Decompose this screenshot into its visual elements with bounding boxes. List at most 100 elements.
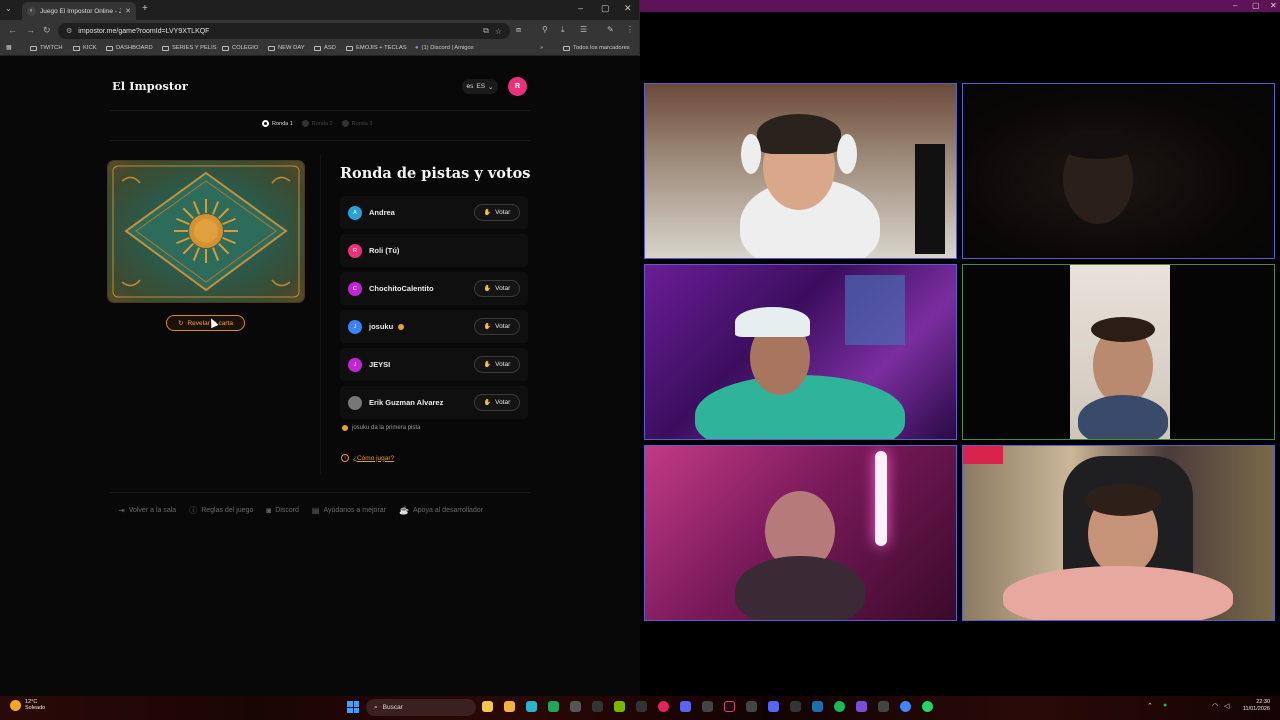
address-bar[interactable]: ⚙ impostor.me/game?roomId=LVY9XTLKQF ⧉ ☆ xyxy=(58,23,510,39)
browser-tab[interactable]: ◐ Juego El Impostor Online - Jug ✕ xyxy=(22,2,136,20)
start-button-icon[interactable] xyxy=(347,701,359,713)
video-tile[interactable] xyxy=(962,445,1275,621)
rules-link[interactable]: ⓘ Reglas del juego xyxy=(189,505,253,516)
vote-button[interactable]: ✋ Votar xyxy=(474,356,520,373)
close-window-icon[interactable]: ✕ xyxy=(624,3,632,14)
nvidia-icon[interactable] xyxy=(614,701,625,712)
language-selector[interactable]: es ES ⌄ xyxy=(462,79,498,94)
pen-icon[interactable]: ✎ xyxy=(607,25,614,34)
bookmark-folder[interactable]: NEW DAY xyxy=(268,45,305,51)
spotify-icon[interactable] xyxy=(834,701,845,712)
video-tile[interactable] xyxy=(962,83,1275,259)
app-icon[interactable] xyxy=(680,701,691,712)
maximize-icon[interactable]: ▢ xyxy=(1252,1,1260,10)
video-tile[interactable] xyxy=(644,445,957,621)
brand-logo[interactable]: El Impostor xyxy=(112,79,188,93)
video-tile[interactable] xyxy=(962,264,1275,440)
tray-app-icon[interactable]: ● xyxy=(1163,702,1167,709)
whatsapp-icon[interactable] xyxy=(922,701,933,712)
footer-link-label: Volver a la sala xyxy=(128,507,177,514)
all-bookmarks-folder[interactable]: Todos los marcadores xyxy=(563,45,630,51)
bookmark-label: (1) Discord | Amigos xyxy=(421,45,474,51)
bookmark-folder[interactable]: SERIES Y PELIS xyxy=(162,45,217,51)
maximize-icon[interactable]: ▢ xyxy=(601,3,610,14)
how-to-play-link[interactable]: i ¿Cómo jugar? xyxy=(341,454,394,462)
tiktok-icon[interactable] xyxy=(724,701,735,712)
download-icon[interactable]: ⤓ xyxy=(561,25,565,35)
minimize-icon[interactable]: – xyxy=(1233,1,1237,10)
bookmark-folder[interactable]: EMOJIS + TECLAS xyxy=(346,45,407,51)
bookmark-label: DASHBOARD xyxy=(116,45,153,51)
app-icon[interactable] xyxy=(658,701,669,712)
app-icon[interactable] xyxy=(592,701,603,712)
apps-icon[interactable]: ▦ xyxy=(6,45,11,51)
site-info-icon[interactable]: ⚙ xyxy=(66,27,72,35)
back-to-room-link[interactable]: ⇥ Volver a la sala xyxy=(118,505,176,516)
volume-icon[interactable]: ◁ xyxy=(1224,702,1229,710)
app-icon[interactable] xyxy=(746,701,757,712)
discord-icon[interactable] xyxy=(768,701,779,712)
profile-icon[interactable]: ☰ xyxy=(580,25,587,34)
tab-close-icon[interactable]: ✕ xyxy=(125,7,131,15)
app-icon[interactable] xyxy=(570,701,581,712)
step-dot-icon xyxy=(301,120,309,127)
discord-link[interactable]: ◙ Discord xyxy=(266,505,299,516)
support-developer-link[interactable]: ☕ Apoya al desarrollador xyxy=(399,505,483,516)
weather-widget[interactable]: 12°C Soleado xyxy=(10,699,45,711)
app-icon[interactable] xyxy=(702,701,713,712)
footer-link-label: Discord xyxy=(275,507,299,514)
minimize-icon[interactable]: – xyxy=(578,3,583,13)
chrome-icon[interactable] xyxy=(900,701,911,712)
sticky-notes-icon[interactable] xyxy=(482,701,493,712)
video-tile[interactable] xyxy=(644,264,957,440)
player-row: A Andrea ✋ Votar xyxy=(340,196,528,229)
menu-kebab-icon[interactable]: ⋮ xyxy=(626,25,634,34)
bookmark-folder[interactable]: COLEGIO xyxy=(222,45,258,51)
round-stepper: Ronda 1 Ronda 2 Ronda 3 xyxy=(262,120,372,127)
app-icon[interactable] xyxy=(636,701,647,712)
forward-icon[interactable]: → xyxy=(26,25,35,35)
close-window-icon[interactable]: ✕ xyxy=(1270,1,1277,10)
chevron-up-icon[interactable]: ⌃ xyxy=(1147,702,1153,710)
app-icon[interactable] xyxy=(856,701,867,712)
bookmark-folder[interactable]: TWITCH xyxy=(30,45,63,51)
bookmark-folder[interactable]: KICK xyxy=(73,45,97,51)
vote-button[interactable]: ✋ Votar xyxy=(474,394,520,411)
vote-button[interactable]: ✋ Votar xyxy=(474,318,520,335)
bookmark-folder[interactable]: ASD xyxy=(314,45,336,51)
app-icon[interactable] xyxy=(790,701,801,712)
round-step-label: Ronda 3 xyxy=(351,120,373,127)
extension-icon[interactable]: ⚲ xyxy=(542,25,548,34)
wifi-icon[interactable]: ◠ xyxy=(1212,702,1218,710)
video-tile[interactable] xyxy=(644,83,957,259)
participant-body xyxy=(735,556,865,620)
install-icon[interactable]: ⧉ xyxy=(483,26,489,36)
tab-title: Juego El Impostor Online - Jug xyxy=(40,7,122,15)
steam-icon[interactable] xyxy=(812,701,823,712)
back-icon[interactable]: ← xyxy=(8,25,17,35)
round-step: Ronda 2 xyxy=(301,120,333,127)
reveal-card-button[interactable]: ↻ Revelar la carta xyxy=(166,315,245,331)
vote-label: Votar xyxy=(495,399,511,406)
user-avatar[interactable]: R xyxy=(508,77,527,96)
bookmark-star-icon[interactable]: ☆ xyxy=(495,27,502,36)
feedback-link[interactable]: ▤ Ayúdanos a mejorar xyxy=(312,505,386,516)
vote-button[interactable]: ✋ Votar xyxy=(474,280,520,297)
reload-icon[interactable]: ↻ xyxy=(43,25,51,36)
participant-hair xyxy=(1085,484,1161,516)
new-tab-icon[interactable]: + xyxy=(142,3,148,14)
taskbar-search[interactable]: ⌕ Buscar xyxy=(366,699,476,716)
file-explorer-icon[interactable] xyxy=(504,701,515,712)
bookmark-discord[interactable]: ● (1) Discord | Amigos xyxy=(415,45,474,51)
vote-button[interactable]: ✋ Votar xyxy=(474,204,520,221)
app-icon[interactable] xyxy=(548,701,559,712)
extensions-icon[interactable]: ⧈ xyxy=(516,25,521,35)
bookmark-folder[interactable]: DASHBOARD xyxy=(106,45,153,51)
tab-search-icon[interactable]: ⌄ xyxy=(5,4,12,13)
secret-card[interactable] xyxy=(108,161,304,302)
exit-icon: ⇥ xyxy=(118,506,125,515)
app-icon[interactable] xyxy=(878,701,889,712)
app-icon[interactable] xyxy=(526,701,537,712)
more-bookmarks-icon[interactable]: » xyxy=(540,45,543,51)
system-clock[interactable]: 22:30 11/01/2026 xyxy=(1243,699,1270,712)
